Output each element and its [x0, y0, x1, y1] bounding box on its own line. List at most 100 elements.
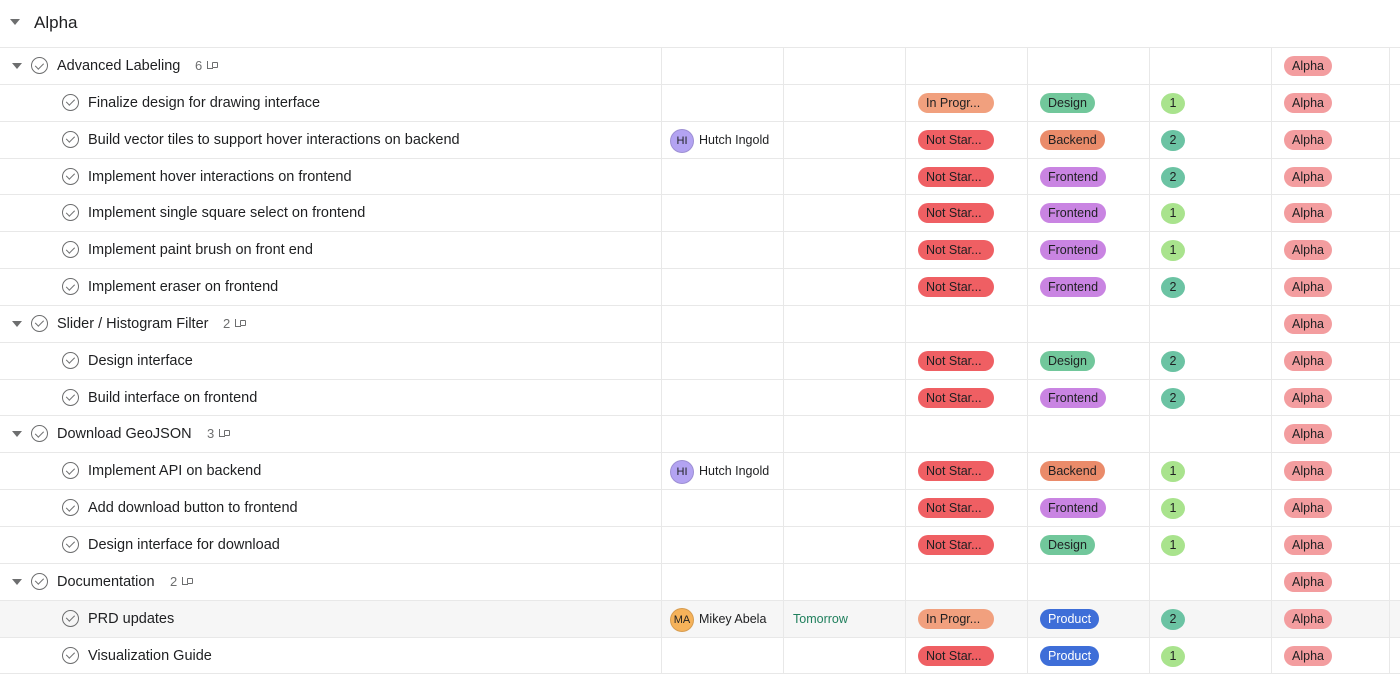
type-cell[interactable]: Product	[1028, 600, 1150, 637]
phase-cell[interactable]: Alpha	[1272, 158, 1390, 195]
priority-badge[interactable]: 2	[1161, 350, 1185, 372]
complete-checkmark-icon[interactable]	[62, 351, 79, 369]
complete-checkmark-icon[interactable]	[62, 462, 79, 480]
type-tag[interactable]: Design	[1040, 350, 1095, 371]
priority-cell[interactable]: 2	[1150, 121, 1272, 158]
due-date-cell[interactable]	[784, 48, 906, 84]
priority-badge[interactable]: 1	[1161, 461, 1185, 483]
priority-cell[interactable]	[1150, 563, 1272, 600]
priority-cell[interactable]: 1	[1150, 232, 1272, 269]
type-cell[interactable]: Design	[1028, 84, 1150, 121]
phase-tag[interactable]: Alpha	[1284, 166, 1332, 187]
table-row[interactable]: Build vector tiles to support hover inte…	[0, 121, 1400, 159]
subtask-count[interactable]: 2	[170, 564, 194, 600]
type-cell[interactable]: Backend	[1028, 453, 1150, 490]
task-name[interactable]: Design interface	[88, 343, 193, 379]
phase-cell[interactable]: Alpha	[1272, 526, 1390, 563]
type-tag[interactable]: Frontend	[1040, 277, 1107, 298]
type-cell[interactable]: Product	[1028, 637, 1150, 674]
due-date-cell[interactable]	[784, 379, 906, 416]
type-cell[interactable]: Design	[1028, 526, 1150, 563]
table-row[interactable]: Visualization Guide Not Star... Product 1 Al…	[0, 637, 1400, 675]
due-date-cell[interactable]: Tomorrow	[784, 600, 906, 637]
phase-tag[interactable]: Alpha	[1284, 240, 1332, 261]
type-cell[interactable]: Frontend	[1028, 158, 1150, 195]
priority-badge[interactable]: 1	[1161, 203, 1185, 225]
assignee-cell[interactable]	[662, 158, 784, 195]
due-date-cell[interactable]	[784, 416, 906, 453]
task-name[interactable]: Slider / Histogram Filter	[57, 306, 208, 342]
task-name[interactable]: Build vector tiles to support hover inte…	[88, 122, 460, 158]
type-cell[interactable]: Design	[1028, 342, 1150, 379]
parent-task-row[interactable]: Documentation 2 Alpha	[0, 563, 1400, 601]
type-tag[interactable]: Frontend	[1040, 387, 1107, 408]
phase-tag[interactable]: Alpha	[1284, 498, 1332, 519]
priority-badge[interactable]: 2	[1161, 129, 1185, 151]
due-date-cell[interactable]	[784, 637, 906, 674]
status-cell[interactable]: Not Star...	[906, 121, 1028, 158]
status-badge[interactable]: Not Star...	[918, 166, 994, 187]
expand-caret-icon[interactable]	[12, 63, 22, 69]
subtask-count[interactable]: 2	[223, 306, 247, 342]
phase-tag[interactable]: Alpha	[1284, 534, 1332, 555]
type-cell[interactable]: Frontend	[1028, 490, 1150, 526]
assignee-cell[interactable]	[662, 232, 784, 269]
priority-cell[interactable]: 1	[1150, 195, 1272, 232]
status-badge[interactable]: Not Star...	[918, 203, 994, 224]
complete-checkmark-icon[interactable]	[62, 278, 79, 296]
status-cell[interactable]: Not Star...	[906, 637, 1028, 674]
assignee-cell[interactable]	[662, 490, 784, 526]
priority-cell[interactable]: 1	[1150, 84, 1272, 121]
status-badge[interactable]: Not Star...	[918, 461, 994, 482]
complete-checkmark-icon[interactable]	[62, 130, 79, 148]
task-name[interactable]: Implement API on backend	[88, 453, 261, 489]
phase-cell[interactable]: Alpha	[1272, 563, 1390, 600]
task-name[interactable]: Implement hover interactions on frontend	[88, 159, 352, 195]
task-name[interactable]: Build interface on frontend	[88, 380, 257, 416]
type-cell[interactable]: Frontend	[1028, 269, 1150, 305]
due-date-cell[interactable]	[784, 269, 906, 305]
type-cell[interactable]: Frontend	[1028, 232, 1150, 269]
status-badge[interactable]: Not Star...	[918, 129, 994, 150]
phase-tag[interactable]: Alpha	[1284, 350, 1332, 371]
table-row[interactable]: Design interface Not Star... Design 2 Alpha	[0, 342, 1400, 380]
status-badge[interactable]: Not Star...	[918, 277, 994, 298]
due-date-cell[interactable]	[784, 490, 906, 526]
task-name[interactable]: Download GeoJSON	[57, 416, 192, 452]
status-cell[interactable]: Not Star...	[906, 195, 1028, 232]
type-tag[interactable]: Backend	[1040, 129, 1105, 150]
status-cell[interactable]	[906, 563, 1028, 600]
table-row[interactable]: Implement single square select on fronte…	[0, 195, 1400, 233]
table-row[interactable]: Finalize design for drawing interface In …	[0, 84, 1400, 122]
status-badge[interactable]: Not Star...	[918, 534, 994, 555]
status-cell[interactable]: Not Star...	[906, 526, 1028, 563]
subtask-count[interactable]: 3	[207, 416, 231, 452]
phase-tag[interactable]: Alpha	[1284, 277, 1332, 298]
status-badge[interactable]: In Progr...	[918, 608, 994, 629]
type-tag[interactable]: Design	[1040, 92, 1095, 113]
phase-cell[interactable]: Alpha	[1272, 305, 1390, 342]
expand-caret-icon[interactable]	[12, 320, 22, 327]
type-cell[interactable]	[1028, 305, 1150, 342]
priority-badge[interactable]: 2	[1161, 166, 1185, 188]
priority-badge[interactable]: 1	[1161, 240, 1185, 262]
status-cell[interactable]: Not Star...	[906, 453, 1028, 490]
assignee-cell[interactable]	[662, 305, 784, 342]
priority-cell[interactable]	[1150, 48, 1272, 84]
task-name[interactable]: Design interface for download	[88, 527, 280, 563]
assignee-cell[interactable]	[662, 342, 784, 379]
priority-cell[interactable]: 2	[1150, 158, 1272, 195]
phase-tag[interactable]: Alpha	[1284, 571, 1332, 592]
priority-badge[interactable]: 1	[1161, 534, 1185, 556]
type-tag[interactable]: Product	[1040, 608, 1100, 629]
assignee-cell[interactable]	[662, 416, 784, 453]
phase-tag[interactable]: Alpha	[1284, 608, 1332, 629]
priority-cell[interactable]: 2	[1150, 600, 1272, 637]
assignee-cell[interactable]	[662, 379, 784, 416]
due-date-cell[interactable]	[784, 453, 906, 490]
status-badge[interactable]: In Progr...	[918, 92, 994, 113]
type-tag[interactable]: Frontend	[1040, 498, 1107, 519]
subtask-count[interactable]: 6	[195, 48, 219, 84]
status-cell[interactable]: Not Star...	[906, 490, 1028, 526]
status-cell[interactable]: Not Star...	[906, 269, 1028, 305]
